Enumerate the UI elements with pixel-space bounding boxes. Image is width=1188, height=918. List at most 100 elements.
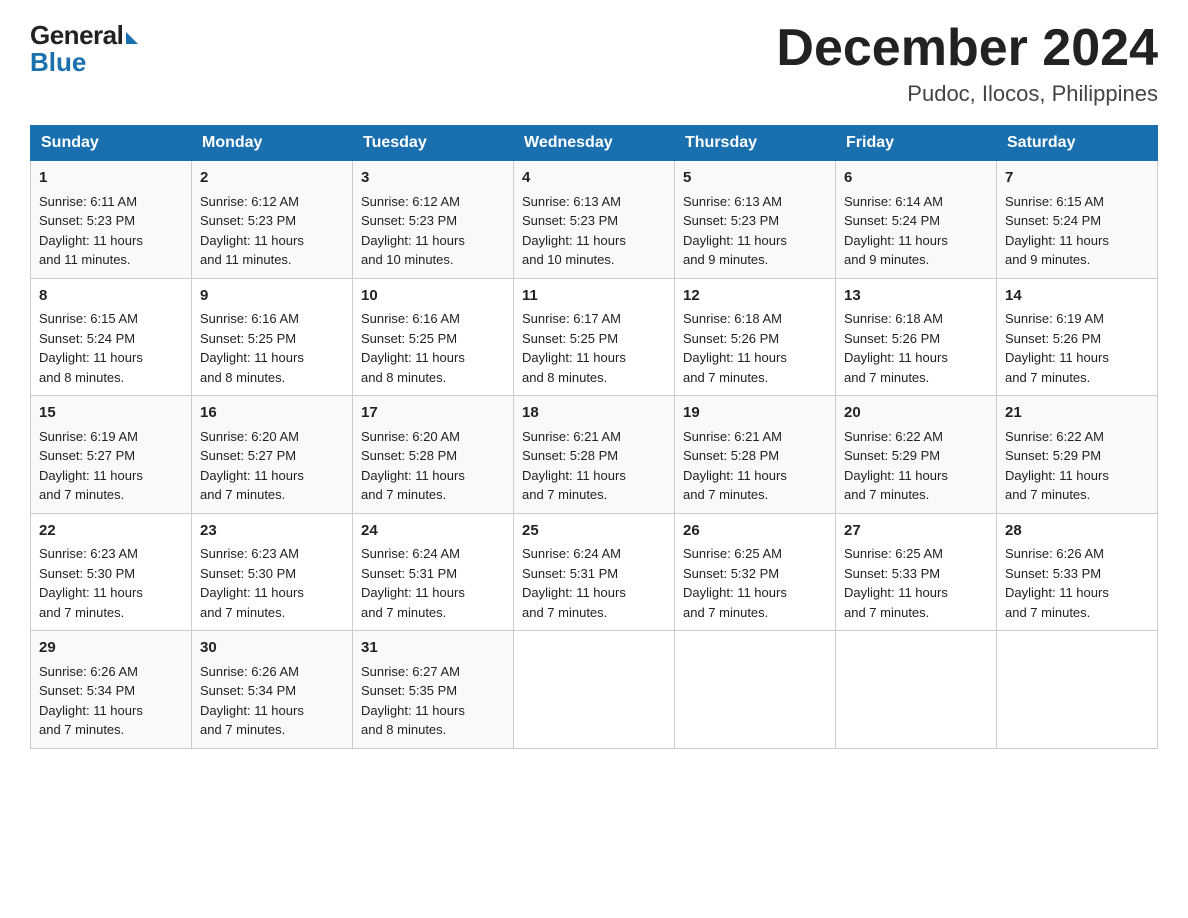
table-row: 17Sunrise: 6:20 AM Sunset: 5:28 PM Dayli… [353, 396, 514, 514]
page-header: General Blue December 2024 Pudoc, Ilocos… [30, 20, 1158, 107]
day-number: 14 [1005, 285, 1149, 308]
day-number: 9 [200, 285, 344, 308]
day-info: Sunrise: 6:20 AM Sunset: 5:27 PM Dayligh… [200, 427, 344, 505]
day-info: Sunrise: 6:20 AM Sunset: 5:28 PM Dayligh… [361, 427, 505, 505]
table-row: 26Sunrise: 6:25 AM Sunset: 5:32 PM Dayli… [675, 513, 836, 631]
table-row [836, 631, 997, 749]
day-info: Sunrise: 6:16 AM Sunset: 5:25 PM Dayligh… [361, 309, 505, 387]
day-info: Sunrise: 6:19 AM Sunset: 5:27 PM Dayligh… [39, 427, 183, 505]
col-tuesday: Tuesday [353, 126, 514, 161]
day-info: Sunrise: 6:27 AM Sunset: 5:35 PM Dayligh… [361, 662, 505, 740]
day-info: Sunrise: 6:21 AM Sunset: 5:28 PM Dayligh… [522, 427, 666, 505]
day-number: 10 [361, 285, 505, 308]
day-info: Sunrise: 6:18 AM Sunset: 5:26 PM Dayligh… [683, 309, 827, 387]
table-row: 2Sunrise: 6:12 AM Sunset: 5:23 PM Daylig… [192, 161, 353, 279]
table-row: 20Sunrise: 6:22 AM Sunset: 5:29 PM Dayli… [836, 396, 997, 514]
table-row: 30Sunrise: 6:26 AM Sunset: 5:34 PM Dayli… [192, 631, 353, 749]
table-row: 22Sunrise: 6:23 AM Sunset: 5:30 PM Dayli… [31, 513, 192, 631]
table-row: 29Sunrise: 6:26 AM Sunset: 5:34 PM Dayli… [31, 631, 192, 749]
table-row: 6Sunrise: 6:14 AM Sunset: 5:24 PM Daylig… [836, 161, 997, 279]
day-info: Sunrise: 6:17 AM Sunset: 5:25 PM Dayligh… [522, 309, 666, 387]
day-info: Sunrise: 6:24 AM Sunset: 5:31 PM Dayligh… [522, 544, 666, 622]
day-number: 5 [683, 167, 827, 190]
table-row: 10Sunrise: 6:16 AM Sunset: 5:25 PM Dayli… [353, 278, 514, 396]
calendar-location: Pudoc, Ilocos, Philippines [776, 81, 1158, 107]
day-info: Sunrise: 6:18 AM Sunset: 5:26 PM Dayligh… [844, 309, 988, 387]
col-wednesday: Wednesday [514, 126, 675, 161]
day-number: 29 [39, 637, 183, 660]
day-info: Sunrise: 6:12 AM Sunset: 5:23 PM Dayligh… [361, 192, 505, 270]
title-block: December 2024 Pudoc, Ilocos, Philippines [776, 20, 1158, 107]
table-row: 27Sunrise: 6:25 AM Sunset: 5:33 PM Dayli… [836, 513, 997, 631]
table-row: 16Sunrise: 6:20 AM Sunset: 5:27 PM Dayli… [192, 396, 353, 514]
calendar-week-row: 22Sunrise: 6:23 AM Sunset: 5:30 PM Dayli… [31, 513, 1158, 631]
table-row: 14Sunrise: 6:19 AM Sunset: 5:26 PM Dayli… [997, 278, 1158, 396]
day-info: Sunrise: 6:21 AM Sunset: 5:28 PM Dayligh… [683, 427, 827, 505]
day-number: 19 [683, 402, 827, 425]
day-number: 26 [683, 520, 827, 543]
day-info: Sunrise: 6:24 AM Sunset: 5:31 PM Dayligh… [361, 544, 505, 622]
day-number: 12 [683, 285, 827, 308]
day-number: 8 [39, 285, 183, 308]
day-number: 6 [844, 167, 988, 190]
logo: General Blue [30, 20, 138, 78]
table-row: 28Sunrise: 6:26 AM Sunset: 5:33 PM Dayli… [997, 513, 1158, 631]
table-row: 25Sunrise: 6:24 AM Sunset: 5:31 PM Dayli… [514, 513, 675, 631]
calendar-title: December 2024 [776, 20, 1158, 77]
day-info: Sunrise: 6:13 AM Sunset: 5:23 PM Dayligh… [522, 192, 666, 270]
day-info: Sunrise: 6:15 AM Sunset: 5:24 PM Dayligh… [39, 309, 183, 387]
day-number: 11 [522, 285, 666, 308]
day-number: 25 [522, 520, 666, 543]
day-info: Sunrise: 6:12 AM Sunset: 5:23 PM Dayligh… [200, 192, 344, 270]
table-row: 4Sunrise: 6:13 AM Sunset: 5:23 PM Daylig… [514, 161, 675, 279]
calendar-week-row: 8Sunrise: 6:15 AM Sunset: 5:24 PM Daylig… [31, 278, 1158, 396]
table-row: 8Sunrise: 6:15 AM Sunset: 5:24 PM Daylig… [31, 278, 192, 396]
day-info: Sunrise: 6:26 AM Sunset: 5:34 PM Dayligh… [200, 662, 344, 740]
table-row [997, 631, 1158, 749]
day-info: Sunrise: 6:25 AM Sunset: 5:33 PM Dayligh… [844, 544, 988, 622]
col-sunday: Sunday [31, 126, 192, 161]
table-row: 24Sunrise: 6:24 AM Sunset: 5:31 PM Dayli… [353, 513, 514, 631]
day-number: 27 [844, 520, 988, 543]
day-info: Sunrise: 6:26 AM Sunset: 5:34 PM Dayligh… [39, 662, 183, 740]
calendar-header-row: Sunday Monday Tuesday Wednesday Thursday… [31, 126, 1158, 161]
col-friday: Friday [836, 126, 997, 161]
table-row: 9Sunrise: 6:16 AM Sunset: 5:25 PM Daylig… [192, 278, 353, 396]
day-number: 15 [39, 402, 183, 425]
table-row: 23Sunrise: 6:23 AM Sunset: 5:30 PM Dayli… [192, 513, 353, 631]
col-thursday: Thursday [675, 126, 836, 161]
day-info: Sunrise: 6:26 AM Sunset: 5:33 PM Dayligh… [1005, 544, 1149, 622]
day-info: Sunrise: 6:23 AM Sunset: 5:30 PM Dayligh… [39, 544, 183, 622]
table-row: 3Sunrise: 6:12 AM Sunset: 5:23 PM Daylig… [353, 161, 514, 279]
day-info: Sunrise: 6:19 AM Sunset: 5:26 PM Dayligh… [1005, 309, 1149, 387]
calendar-week-row: 29Sunrise: 6:26 AM Sunset: 5:34 PM Dayli… [31, 631, 1158, 749]
day-number: 17 [361, 402, 505, 425]
logo-triangle-icon [126, 32, 138, 44]
calendar-week-row: 1Sunrise: 6:11 AM Sunset: 5:23 PM Daylig… [31, 161, 1158, 279]
day-number: 1 [39, 167, 183, 190]
table-row [675, 631, 836, 749]
table-row: 18Sunrise: 6:21 AM Sunset: 5:28 PM Dayli… [514, 396, 675, 514]
day-number: 2 [200, 167, 344, 190]
day-info: Sunrise: 6:14 AM Sunset: 5:24 PM Dayligh… [844, 192, 988, 270]
day-number: 13 [844, 285, 988, 308]
calendar-week-row: 15Sunrise: 6:19 AM Sunset: 5:27 PM Dayli… [31, 396, 1158, 514]
calendar-table: Sunday Monday Tuesday Wednesday Thursday… [30, 125, 1158, 749]
day-number: 30 [200, 637, 344, 660]
day-number: 3 [361, 167, 505, 190]
day-info: Sunrise: 6:11 AM Sunset: 5:23 PM Dayligh… [39, 192, 183, 270]
day-number: 20 [844, 402, 988, 425]
table-row [514, 631, 675, 749]
col-saturday: Saturday [997, 126, 1158, 161]
day-info: Sunrise: 6:25 AM Sunset: 5:32 PM Dayligh… [683, 544, 827, 622]
logo-blue-text: Blue [30, 47, 86, 78]
day-number: 28 [1005, 520, 1149, 543]
day-info: Sunrise: 6:22 AM Sunset: 5:29 PM Dayligh… [1005, 427, 1149, 505]
table-row: 11Sunrise: 6:17 AM Sunset: 5:25 PM Dayli… [514, 278, 675, 396]
day-number: 31 [361, 637, 505, 660]
day-info: Sunrise: 6:15 AM Sunset: 5:24 PM Dayligh… [1005, 192, 1149, 270]
table-row: 19Sunrise: 6:21 AM Sunset: 5:28 PM Dayli… [675, 396, 836, 514]
table-row: 13Sunrise: 6:18 AM Sunset: 5:26 PM Dayli… [836, 278, 997, 396]
day-number: 24 [361, 520, 505, 543]
day-info: Sunrise: 6:23 AM Sunset: 5:30 PM Dayligh… [200, 544, 344, 622]
